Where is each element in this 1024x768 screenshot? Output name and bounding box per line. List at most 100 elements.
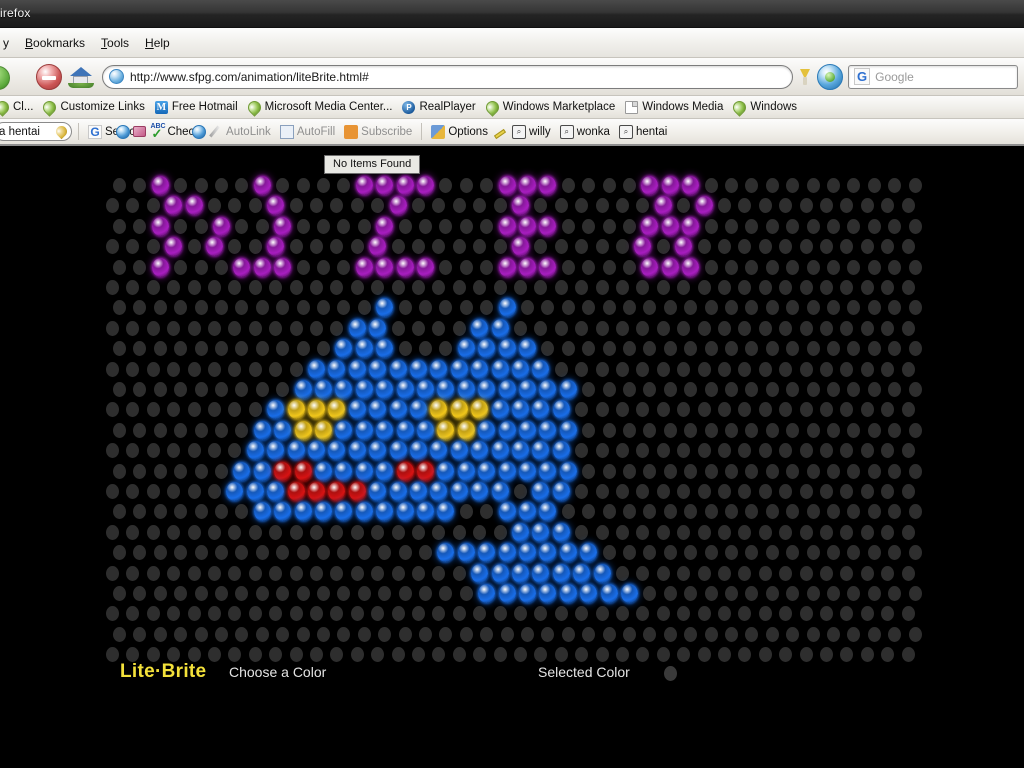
peg-lit[interactable] [213,216,230,236]
peg-lit[interactable] [519,380,536,399]
peg-off[interactable] [765,422,779,438]
peg-off[interactable] [133,545,147,561]
peg-off[interactable] [901,565,915,581]
peg-off[interactable] [289,606,303,622]
peg-lit[interactable] [267,482,285,501]
peg-off[interactable] [439,178,453,193]
peg-off[interactable] [194,545,208,561]
peg-off[interactable] [758,565,772,581]
peg-off[interactable] [215,586,228,601]
peg-lit[interactable] [287,482,305,501]
peg-off[interactable] [473,606,487,622]
peg-lit[interactable] [532,441,550,461]
peg-off[interactable] [561,300,575,316]
peg-off[interactable] [575,239,589,255]
peg-lit[interactable] [315,461,332,481]
peg-off[interactable] [248,524,262,540]
peg-off[interactable] [167,361,181,377]
peg-off[interactable] [330,198,344,214]
peg-off[interactable] [248,239,262,255]
peg-off[interactable] [840,606,854,622]
peg-off[interactable] [317,300,330,316]
peg-off[interactable] [623,382,636,397]
peg-off[interactable] [174,586,188,601]
peg-off[interactable] [738,565,752,581]
peg-off[interactable] [575,443,589,459]
peg-off[interactable] [187,524,201,540]
peg-lit[interactable] [552,400,570,420]
peg-off[interactable] [616,524,629,540]
peg-off[interactable] [860,484,874,499]
peg-off[interactable] [582,422,596,438]
peg-off[interactable] [133,504,147,520]
peg-off[interactable] [656,239,670,255]
peg-off[interactable] [616,198,629,214]
peg-off[interactable] [636,524,650,540]
peg-off[interactable] [276,586,290,601]
peg-off[interactable] [235,545,249,561]
peg-off[interactable] [758,484,772,499]
peg-off[interactable] [758,239,772,255]
peg-off[interactable] [126,280,140,295]
peg-off[interactable] [398,545,412,561]
peg-off[interactable] [398,300,412,316]
peg-off[interactable] [745,422,759,438]
peg-off[interactable] [575,484,589,499]
peg-off[interactable] [398,586,412,601]
peg-off[interactable] [174,626,188,642]
peg-off[interactable] [847,341,861,357]
peg-off[interactable] [820,524,833,540]
peg-off[interactable] [684,626,698,642]
google-toolbar-willy[interactable]: ⌕ willy [509,124,554,140]
peg-off[interactable] [623,422,636,438]
peg-off[interactable] [718,402,731,418]
peg-off[interactable] [133,341,147,357]
peg-off[interactable] [541,300,555,316]
peg-off[interactable] [697,606,711,622]
peg-off[interactable] [806,382,820,397]
peg-off[interactable] [133,300,147,316]
peg-off[interactable] [126,484,140,499]
peg-off[interactable] [317,341,330,357]
peg-lit[interactable] [498,420,516,440]
peg-lit[interactable] [376,502,394,522]
peg-off[interactable] [704,382,718,397]
peg-off[interactable] [595,606,609,622]
peg-off[interactable] [684,422,698,438]
peg-lit[interactable] [355,461,373,481]
peg-off[interactable] [738,239,752,255]
peg-lit[interactable] [410,400,427,420]
peg-off[interactable] [860,361,874,377]
peg-off[interactable] [908,259,922,275]
peg-off[interactable] [595,239,609,255]
peg-off[interactable] [860,198,874,214]
peg-off[interactable] [432,606,446,622]
peg-off[interactable] [310,280,323,295]
peg-off[interactable] [337,300,351,316]
peg-off[interactable] [860,402,874,418]
peg-off[interactable] [677,565,691,581]
peg-lit[interactable] [519,216,536,236]
peg-off[interactable] [167,443,181,459]
peg-off[interactable] [799,606,813,622]
peg-lit[interactable] [498,461,516,481]
peg-lit[interactable] [682,216,700,236]
peg-off[interactable] [704,422,718,438]
peg-off[interactable] [786,300,800,316]
peg-lit[interactable] [376,461,394,481]
peg-off[interactable] [847,382,861,397]
peg-lit[interactable] [335,461,353,481]
peg-off[interactable] [820,320,833,336]
peg-lit[interactable] [457,339,475,359]
peg-off[interactable] [840,239,854,255]
peg-off[interactable] [146,443,160,459]
peg-off[interactable] [847,422,861,438]
peg-off[interactable] [888,178,902,193]
peg-off[interactable] [289,320,303,336]
peg-lit[interactable] [417,257,434,277]
peg-off[interactable] [867,341,881,357]
peg-off[interactable] [582,504,596,520]
peg-off[interactable] [827,586,840,601]
peg-lit[interactable] [512,522,529,542]
peg-off[interactable] [806,545,820,561]
